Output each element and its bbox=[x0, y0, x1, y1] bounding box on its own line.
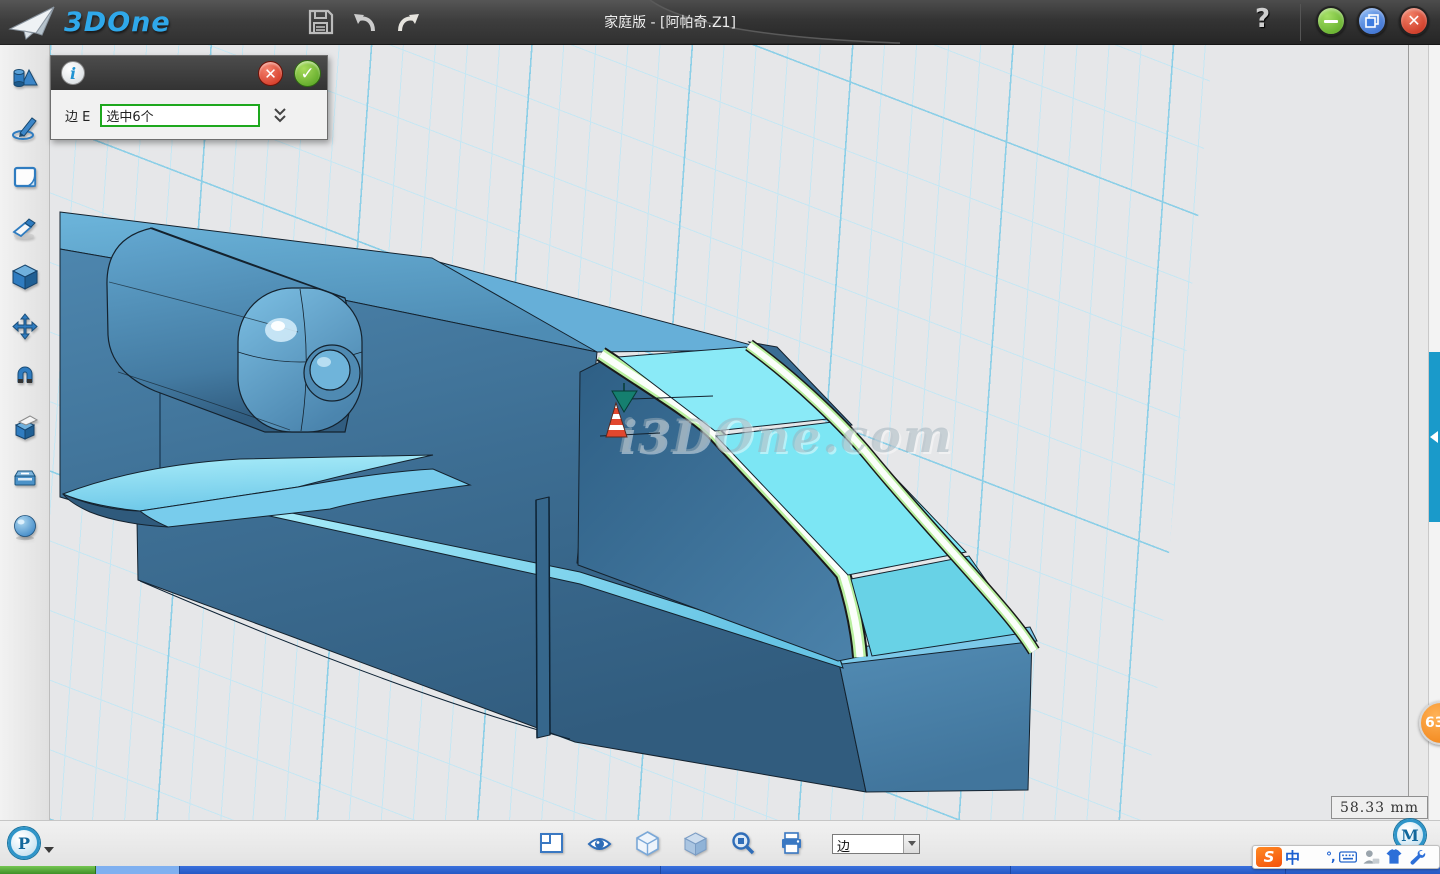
expand-chevron-icon[interactable] bbox=[272, 107, 288, 124]
taskbar-start-segment[interactable] bbox=[0, 866, 96, 874]
edge-selection-input[interactable] bbox=[100, 104, 260, 127]
toolbox-icon[interactable] bbox=[9, 461, 41, 493]
app-logo-icon bbox=[6, 3, 58, 41]
left-toolbar bbox=[0, 45, 50, 820]
os-taskbar[interactable] bbox=[0, 866, 1440, 874]
profile-quick-button[interactable]: P bbox=[8, 827, 40, 859]
zoom-box-icon[interactable] bbox=[730, 830, 757, 857]
wrench-icon[interactable] bbox=[1407, 847, 1427, 867]
shaded-icon[interactable] bbox=[682, 830, 709, 857]
bottom-toolbar: P 边 bbox=[0, 820, 1440, 866]
dialog-header[interactable]: i ✕ ✓ bbox=[51, 56, 327, 90]
dialog-ok-button[interactable]: ✓ bbox=[294, 60, 321, 87]
edge-field-label: 边 E bbox=[65, 106, 90, 125]
selection-dialog: i ✕ ✓ 边 E bbox=[50, 55, 328, 140]
user-stats-icon[interactable] bbox=[1361, 847, 1381, 867]
ime-logo[interactable]: S bbox=[1256, 847, 1282, 867]
window-title: 家庭版 - [阿帕奇.Z1] bbox=[520, 12, 820, 32]
watermark: i3DOne.com i3DOne.com bbox=[618, 409, 956, 465]
overlap-squares-icon bbox=[1365, 14, 1379, 28]
primitives-icon[interactable] bbox=[9, 61, 41, 93]
undo-icon[interactable] bbox=[350, 7, 380, 37]
sketch-icon[interactable] bbox=[9, 111, 41, 143]
taskbar-main-segment[interactable] bbox=[180, 866, 1440, 874]
dropdown-arrow-icon[interactable] bbox=[903, 835, 919, 853]
dialog-cancel-button[interactable]: ✕ bbox=[258, 61, 283, 86]
title-bar: 3DOne 家庭版 - [阿帕奇.Z1] ? ✕ bbox=[0, 0, 1440, 45]
wireframe-icon[interactable] bbox=[634, 830, 661, 857]
moon-icon[interactable] bbox=[1303, 847, 1323, 867]
app-name: 3DOne bbox=[64, 7, 171, 38]
help-button[interactable]: ? bbox=[1255, 4, 1270, 34]
keyboard-icon[interactable] bbox=[1338, 847, 1358, 867]
model-3d[interactable]: i3DOne.com i3DOne.com bbox=[50, 45, 1408, 820]
viewport-3d[interactable]: i3DOne.com i3DOne.com bbox=[50, 45, 1408, 820]
profile-dropdown-caret[interactable] bbox=[44, 847, 54, 853]
sketch-plane-icon[interactable] bbox=[9, 161, 41, 193]
ime-language-toggle[interactable]: 中 bbox=[1285, 847, 1300, 868]
move-icon[interactable] bbox=[9, 311, 41, 343]
svg-text:i3DOne.com: i3DOne.com bbox=[618, 409, 954, 463]
combine-icon[interactable] bbox=[9, 411, 41, 443]
render-icon[interactable] bbox=[9, 511, 41, 543]
feature-icon[interactable] bbox=[9, 261, 41, 293]
restore-button[interactable] bbox=[1357, 6, 1387, 36]
selection-filter-dropdown[interactable]: 边 bbox=[832, 834, 920, 854]
filter-value: 边 bbox=[833, 835, 903, 853]
panel-expand-tab[interactable] bbox=[1429, 352, 1440, 522]
left-arrow-icon bbox=[1430, 431, 1438, 443]
visibility-icon[interactable] bbox=[586, 830, 613, 857]
info-icon: i bbox=[61, 61, 85, 85]
measurement-readout: 58.33 mm bbox=[1331, 796, 1428, 819]
ime-punctuation-toggle[interactable]: °, bbox=[1326, 850, 1335, 864]
taskbar-quicklaunch-segment[interactable] bbox=[96, 866, 180, 874]
layout-icon[interactable] bbox=[538, 830, 565, 857]
trim-icon[interactable] bbox=[9, 211, 41, 243]
print-icon[interactable] bbox=[778, 830, 805, 857]
save-icon[interactable] bbox=[306, 7, 336, 37]
close-button[interactable]: ✕ bbox=[1399, 6, 1429, 36]
titlebar-divider bbox=[1300, 4, 1301, 41]
ime-toolbar: S 中 °, bbox=[1252, 845, 1440, 869]
constraint-icon[interactable] bbox=[9, 361, 41, 393]
minimize-button[interactable] bbox=[1316, 6, 1346, 36]
redo-icon[interactable] bbox=[393, 7, 423, 37]
skin-icon[interactable] bbox=[1384, 847, 1404, 867]
